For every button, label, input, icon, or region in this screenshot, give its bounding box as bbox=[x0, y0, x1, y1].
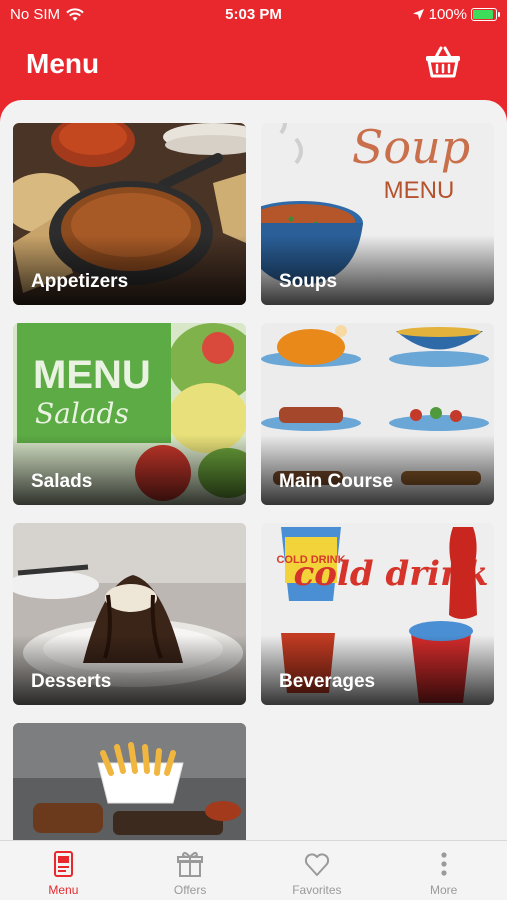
category-grid: Appetizers Soup MENU Soups MENU Salads S… bbox=[0, 100, 507, 840]
category-label: Soups bbox=[279, 271, 338, 292]
gift-icon bbox=[177, 851, 204, 877]
page-title: Menu bbox=[26, 48, 100, 79]
menu-book-icon bbox=[54, 851, 74, 877]
battery-icon bbox=[471, 8, 500, 21]
category-tile-soups[interactable]: Soup MENU Soups bbox=[261, 123, 494, 305]
category-tile-desserts[interactable]: Desserts bbox=[13, 523, 246, 705]
battery-percent: 100% bbox=[428, 6, 467, 23]
tab-label: More bbox=[429, 883, 458, 897]
more-vertical-icon bbox=[441, 852, 447, 876]
category-tile-partial[interactable] bbox=[13, 723, 246, 840]
tab-more[interactable]: More bbox=[380, 841, 507, 900]
tab-label: Offers bbox=[173, 883, 207, 897]
tab-favorites[interactable]: Favorites bbox=[254, 841, 381, 900]
category-label: Appetizers bbox=[31, 271, 129, 292]
tab-offers[interactable]: Offers bbox=[127, 841, 254, 900]
salad-salads-text: Salads bbox=[35, 397, 129, 430]
category-label: Main Course bbox=[279, 471, 394, 492]
status-right: 100% bbox=[412, 6, 500, 23]
category-tile-appetizers[interactable]: Appetizers bbox=[13, 123, 246, 305]
category-tile-main-course[interactable]: Main Course bbox=[261, 323, 494, 505]
salad-menu-text: MENU bbox=[33, 353, 151, 397]
category-label: Salads bbox=[31, 471, 93, 492]
soup-menu-text: MENU bbox=[384, 177, 455, 204]
category-tile-salads[interactable]: MENU Salads Salads bbox=[13, 323, 246, 505]
basket-button[interactable] bbox=[423, 42, 463, 82]
tab-label: Menu bbox=[48, 883, 79, 897]
category-label: Beverages bbox=[279, 671, 376, 692]
tab-label: Favorites bbox=[292, 883, 342, 897]
grill-image bbox=[13, 723, 246, 840]
basket-icon bbox=[426, 46, 460, 78]
heart-icon bbox=[304, 853, 329, 876]
app-header: Menu bbox=[0, 28, 507, 100]
location-arrow-icon bbox=[412, 9, 424, 20]
tab-bar: Menu Offers Favorites More bbox=[0, 840, 507, 900]
tab-menu[interactable]: Menu bbox=[0, 841, 127, 900]
category-label: Desserts bbox=[31, 671, 112, 692]
category-tile-beverages[interactable]: COLD DRINK cold drink Beverages bbox=[261, 523, 494, 705]
soup-title-text: Soup bbox=[352, 123, 470, 174]
status-bar: No SIM 5:03 PM 100% bbox=[0, 0, 507, 28]
